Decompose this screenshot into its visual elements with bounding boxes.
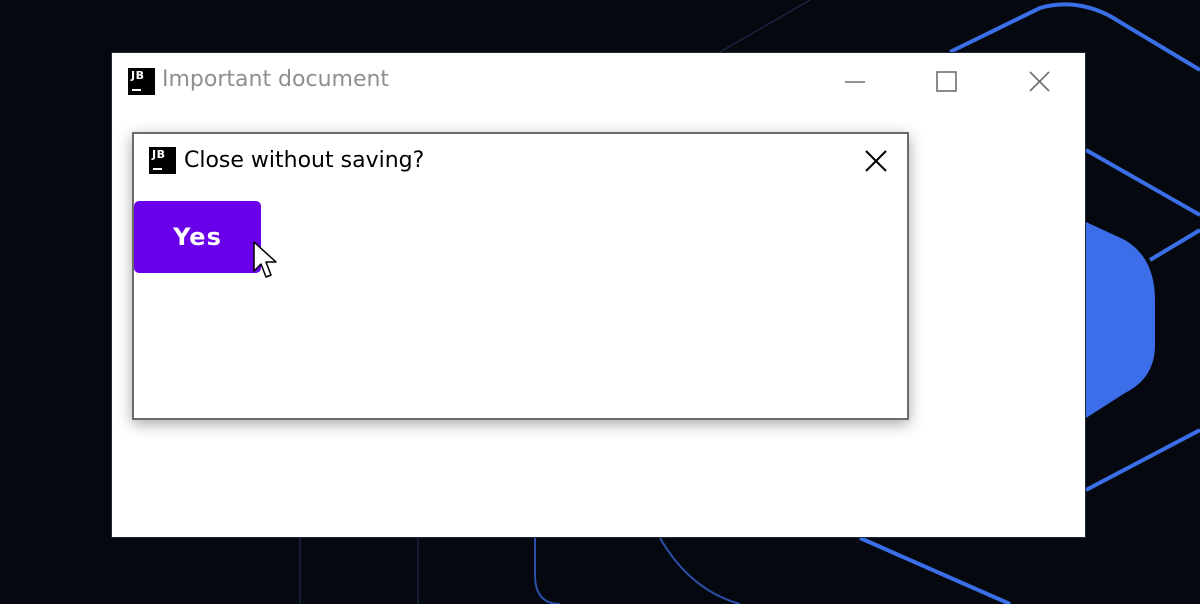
logo-text: JB (131, 69, 145, 82)
close-icon (865, 150, 887, 172)
app-window: JB Important document JB Close without s… (111, 52, 1086, 538)
dialog-close-button[interactable] (861, 146, 891, 176)
close-icon (1029, 71, 1050, 92)
window-titlebar[interactable]: JB Important document (112, 53, 1085, 111)
minimize-icon (845, 81, 865, 83)
dialog-title: Close without saving? (184, 148, 425, 173)
jetbrains-logo-icon: JB (149, 147, 176, 174)
yes-button[interactable]: Yes (134, 201, 261, 273)
jetbrains-logo-icon: JB (128, 68, 155, 95)
minimize-button[interactable] (832, 62, 878, 102)
window-close-button[interactable] (1016, 62, 1062, 102)
confirm-dialog: JB Close without saving? Yes (132, 132, 909, 420)
maximize-icon (936, 71, 957, 92)
maximize-button[interactable] (923, 62, 969, 102)
mouse-pointer-icon (253, 241, 277, 278)
logo-text: JB (152, 148, 166, 161)
window-title: Important document (162, 67, 390, 92)
